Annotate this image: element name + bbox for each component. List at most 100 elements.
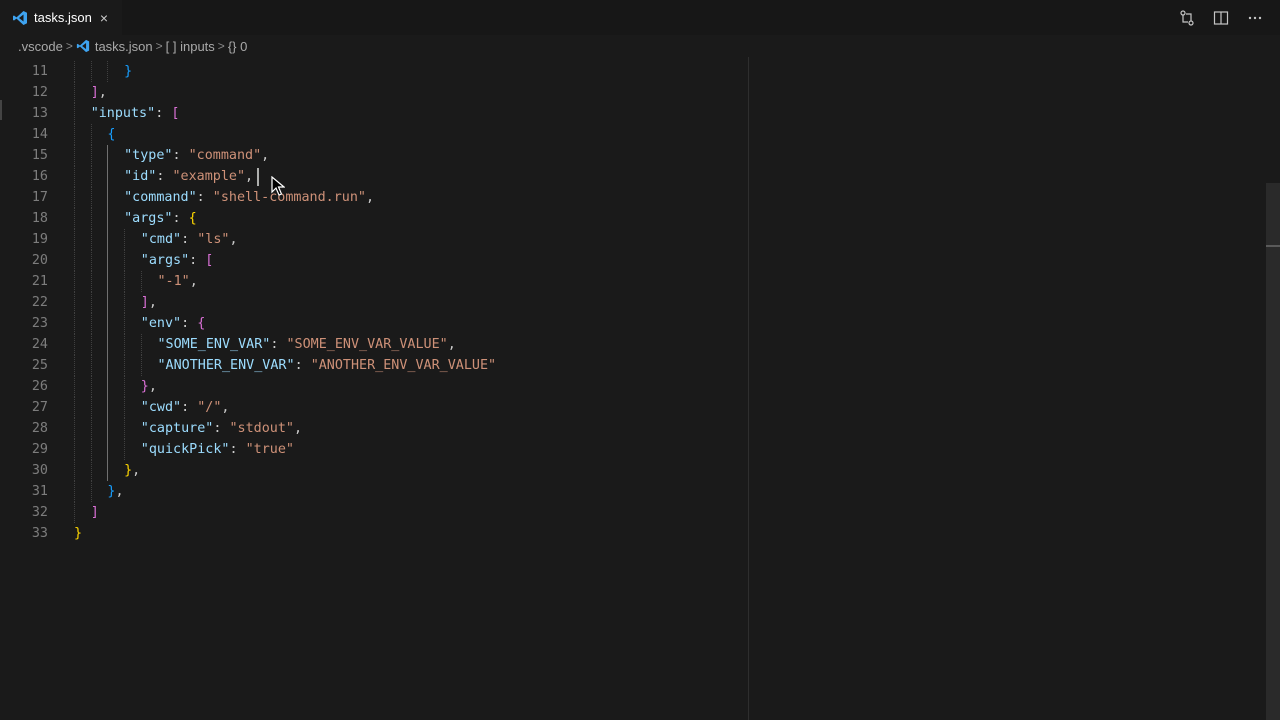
indent-guide: [124, 229, 126, 250]
code-token: ]: [140, 295, 149, 310]
indent-guide: [124, 376, 126, 397]
indent-guide: [74, 124, 76, 145]
breadcrumb: .vscode > tasks.json > [ ] inputs > {} 0: [0, 35, 1280, 57]
code-token: "quickPick": [140, 442, 230, 457]
indent-guide: [90, 334, 93, 355]
indent-guide: [107, 292, 109, 313]
code-token: }: [124, 64, 133, 79]
code-line[interactable]: 18 "args": {: [0, 208, 1260, 229]
code-line[interactable]: 26},: [0, 376, 1260, 397]
breadcrumb-folder[interactable]: .vscode: [18, 39, 63, 54]
indent-guide: [107, 271, 109, 292]
code-token: "args": [140, 253, 190, 268]
code-token: ,: [148, 379, 157, 394]
indent-guide: [107, 250, 109, 271]
code-token: ,: [245, 169, 254, 184]
code-line[interactable]: 16 "id": "example",: [0, 166, 1260, 187]
indent-guide: [74, 313, 76, 334]
indent-guide: [107, 355, 109, 376]
code-line[interactable]: 33}: [0, 523, 1260, 544]
code-token: :: [294, 358, 311, 373]
indent-guide: [90, 61, 93, 82]
indent-guide: [74, 439, 76, 460]
code-line[interactable]: 29 "quickPick": "true": [0, 439, 1260, 460]
code-token: "stdout": [229, 421, 294, 436]
line-number: 22: [31, 295, 48, 310]
indent-guide: [90, 124, 93, 145]
code-line[interactable]: 28 "capture": "stdout",: [0, 418, 1260, 439]
code-token: }: [140, 379, 149, 394]
code-token: :: [189, 253, 206, 268]
code-line[interactable]: 21 "-1",: [0, 271, 1260, 292]
breadcrumb-file[interactable]: tasks.json: [76, 39, 153, 54]
indent-guide: [74, 376, 76, 397]
code-token: [: [205, 253, 214, 268]
code-line[interactable]: 15 "type": "command",: [0, 145, 1260, 166]
code-token: ,: [365, 190, 375, 205]
code-line[interactable]: 24 "SOME_ENV_VAR": "SOME_ENV_VAR_VALUE",: [0, 334, 1260, 355]
code-token: ,: [115, 484, 124, 499]
code-token: ]: [90, 85, 99, 100]
code-line[interactable]: 20 "args": [: [0, 250, 1260, 271]
tab-bar: tasks.json ×: [0, 0, 1280, 35]
line-number: 24: [31, 337, 48, 352]
line-content: "cwd": "/",: [141, 397, 230, 418]
compare-changes-icon[interactable]: [1178, 9, 1196, 27]
code-line[interactable]: 25 "ANOTHER_ENV_VAR": "ANOTHER_ENV_VAR_VA…: [0, 355, 1260, 376]
code-token: ,: [221, 400, 230, 415]
line-content: "ANOTHER_ENV_VAR": "ANOTHER_ENV_VAR_VALU…: [158, 355, 497, 376]
indent-guide: [124, 313, 126, 334]
code-token: "cmd": [140, 232, 182, 247]
indent-guide: [124, 397, 126, 418]
indent-guide: [107, 460, 109, 481]
gutter-indicator: [0, 100, 2, 120]
code-token: [: [171, 106, 180, 121]
line-number: 12: [31, 85, 48, 100]
line-number: 23: [31, 316, 48, 331]
line-content: "quickPick": "true": [141, 439, 294, 460]
indent-guide: [107, 61, 109, 82]
close-icon[interactable]: ×: [100, 10, 108, 26]
code-line[interactable]: 30},: [0, 460, 1260, 481]
code-token: "args": [124, 211, 173, 226]
code-line[interactable]: 14 {: [0, 124, 1260, 145]
code-line[interactable]: 31},: [0, 481, 1260, 502]
scrollbar-thumb[interactable]: [1266, 183, 1280, 720]
indent-guide: [124, 292, 126, 313]
breadcrumb-inputs[interactable]: [ ] inputs: [166, 39, 215, 54]
code-line[interactable]: 12],: [0, 82, 1260, 103]
breadcrumb-object[interactable]: {} 0: [228, 39, 248, 54]
code-line[interactable]: 17 "command": "shell-command.run",: [0, 187, 1260, 208]
code-line[interactable]: 13 "inputs": [: [0, 103, 1260, 124]
tab-tasks-json[interactable]: tasks.json ×: [0, 0, 122, 35]
more-actions-icon[interactable]: [1246, 9, 1264, 27]
chevron-right-icon: >: [155, 39, 163, 53]
code-line[interactable]: 19 "cmd": "ls",: [0, 229, 1260, 250]
indent-guide: [74, 460, 76, 481]
line-number: 13: [31, 106, 48, 121]
indent-guide: [90, 355, 93, 376]
indent-guide: [74, 502, 76, 523]
code-token: "SOME_ENV_VAR_VALUE": [286, 337, 448, 352]
code-editor[interactable]: 11} 12], 13 "inputs": [14{15 "type": "comman…: [0, 57, 1280, 720]
indent-guide: [107, 208, 109, 229]
indent-guide: [124, 418, 126, 439]
code-line[interactable]: 27 "cwd": "/",: [0, 397, 1260, 418]
code-line[interactable]: 32]: [0, 502, 1260, 523]
line-number: 18: [31, 211, 48, 226]
code-line[interactable]: 22],: [0, 292, 1260, 313]
line-content: "inputs": [: [91, 103, 180, 124]
line-number: 14: [31, 127, 48, 142]
split-editor-icon[interactable]: [1212, 9, 1230, 27]
vscode-icon: [13, 10, 27, 25]
code-line[interactable]: 23 "env": {: [0, 313, 1260, 334]
line-number: 25: [31, 358, 48, 373]
indent-guide: [124, 271, 126, 292]
indent-guide: [107, 397, 109, 418]
code-line[interactable]: 11}: [0, 61, 1260, 82]
line-number: 31: [31, 484, 48, 499]
indent-guide: [74, 61, 76, 82]
code-token: "command": [124, 190, 197, 205]
indent-guide: [90, 418, 93, 439]
code-token: :: [172, 148, 189, 163]
